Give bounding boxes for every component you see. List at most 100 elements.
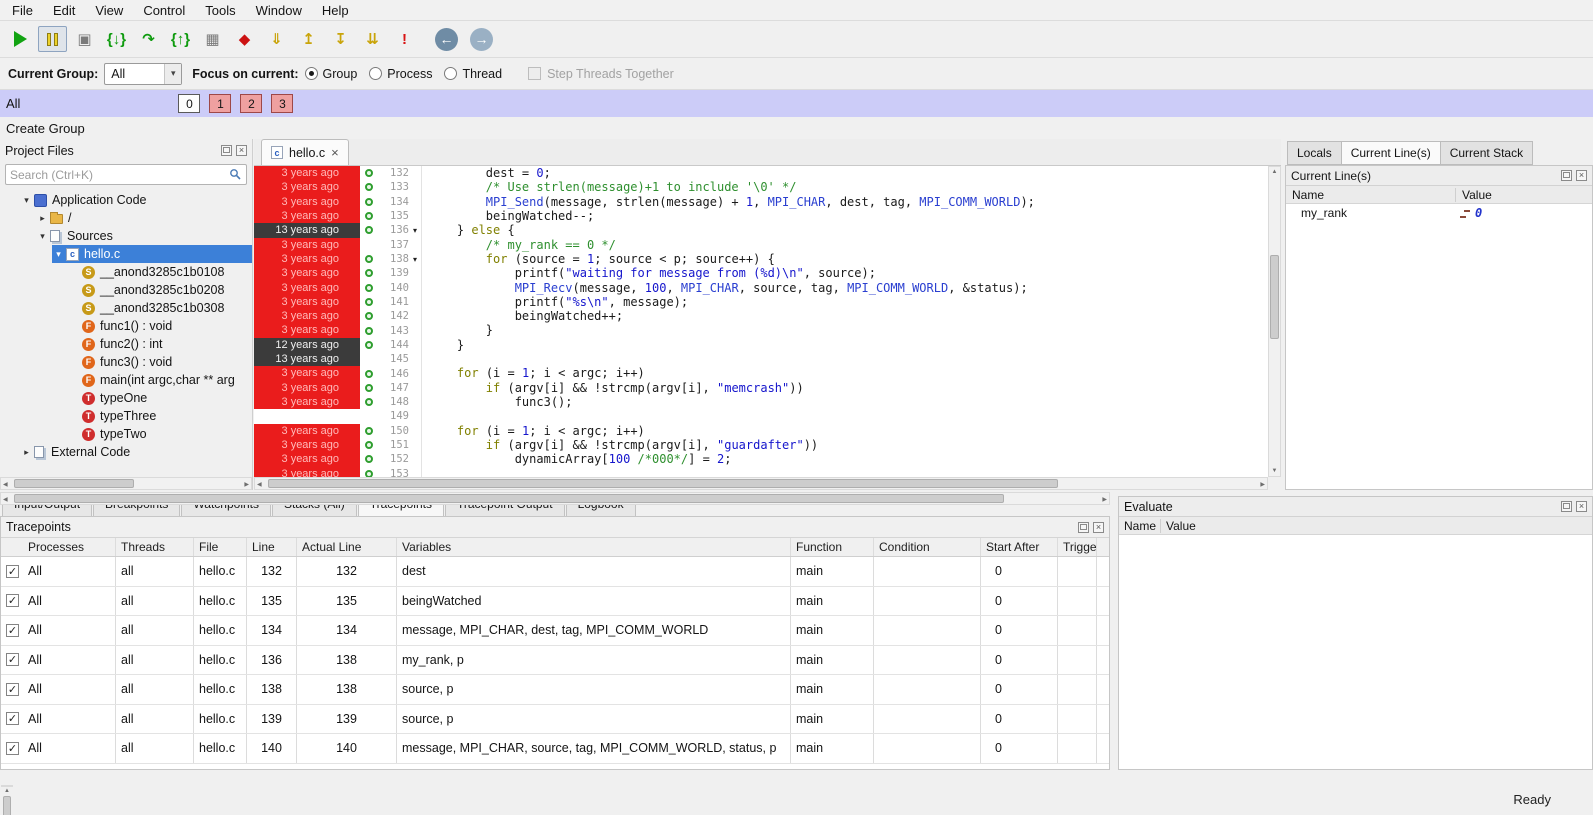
expand-icon[interactable]: ▸ <box>20 447 33 458</box>
collapse-icon[interactable]: ▾ <box>36 231 49 242</box>
gutter-line[interactable]: 141 <box>360 295 421 309</box>
tree-item-sources[interactable]: ▾ Sources <box>36 227 252 245</box>
gutter-line[interactable]: 132 <box>360 166 421 180</box>
editor-tab-hello-c[interactable]: c hello.c × <box>261 139 349 165</box>
gutter-line[interactable]: 152 <box>360 452 421 466</box>
thread-run-to-button[interactable]: ↧ <box>326 26 355 52</box>
close-icon[interactable]: × <box>236 145 247 156</box>
tracepoint-dot-icon[interactable] <box>365 297 373 306</box>
editor-vscrollbar[interactable]: ▲ ▼ <box>1268 166 1281 477</box>
tracepoint-dot-icon[interactable] <box>365 398 373 407</box>
tracepoint-dot-icon[interactable] <box>365 455 373 464</box>
process-button-2[interactable]: 2 <box>240 94 263 113</box>
expand-icon[interactable]: ▸ <box>36 213 49 224</box>
scroll-left-icon[interactable]: ◀ <box>3 497 8 503</box>
go-button[interactable] <box>6 26 35 52</box>
tracepoint-row[interactable]: ✓ All all hello.c 132 132 dest main 0 <box>1 557 1109 587</box>
close-icon[interactable]: × <box>1093 521 1104 533</box>
line-menu-arrow-icon[interactable]: ▾ <box>409 226 421 235</box>
scroll-up-icon[interactable]: ▲ <box>1269 169 1280 175</box>
tracepoint-dot-icon[interactable] <box>365 426 373 435</box>
collapse-icon[interactable]: ▾ <box>20 195 33 206</box>
back-button[interactable]: ← <box>435 27 458 51</box>
scroll-right-icon[interactable]: ▶ <box>244 482 249 488</box>
gutter-line[interactable]: 149 <box>360 409 421 423</box>
tree-item-anond3285c1b0208[interactable]: S __anond3285c1b0208 <box>68 281 252 299</box>
scrollbar-thumb[interactable] <box>1270 255 1279 339</box>
step-out-group-button[interactable]: {↑} <box>166 26 195 52</box>
scroll-left-icon[interactable]: ◀ <box>3 482 8 488</box>
process-button-1[interactable]: 1 <box>209 94 232 113</box>
tracepoint-dot-icon[interactable] <box>365 212 373 221</box>
run-to-button[interactable]: ▦ <box>198 26 227 52</box>
tracepoint-dot-icon[interactable] <box>365 383 373 392</box>
value-column-header[interactable]: Value <box>1456 188 1592 202</box>
project-files-hscrollbar[interactable]: ◀ ▶ <box>0 477 252 490</box>
scroll-right-icon[interactable]: ▶ <box>1260 482 1265 488</box>
tree-item-hello-c[interactable]: ▾ c hello.c <box>52 245 252 263</box>
search-box[interactable] <box>5 164 247 185</box>
undock-icon[interactable] <box>1561 501 1572 512</box>
close-icon[interactable]: × <box>1576 501 1587 512</box>
menu-view[interactable]: View <box>85 1 133 20</box>
tracepoints-hscrollbar[interactable]: ◀ ▶ <box>0 492 1110 505</box>
tab-current-line-s[interactable]: Current Line(s) <box>1341 141 1441 165</box>
process-button-0[interactable]: 0 <box>178 94 201 113</box>
tree-item-main-int-argc-char-arg[interactable]: Fmain(int argc,char ** arg <box>68 371 252 389</box>
evaluate-value-header[interactable]: Value <box>1161 519 1592 533</box>
gutter-line[interactable]: 145 <box>360 352 421 366</box>
restart-button[interactable]: ▣ <box>70 26 99 52</box>
gutter-line[interactable]: 139 <box>360 266 421 280</box>
scroll-right-icon[interactable]: ▶ <box>1102 497 1107 503</box>
gutter-line[interactable]: 135 <box>360 209 421 223</box>
name-column-header[interactable]: Name <box>1286 187 1456 202</box>
focus-option-thread[interactable]: Thread <box>444 67 502 81</box>
gutter-line[interactable]: 133 <box>360 180 421 194</box>
search-input[interactable] <box>10 167 229 182</box>
close-tab-icon[interactable]: × <box>331 146 339 159</box>
checkbox[interactable]: ✓ <box>6 564 19 578</box>
undock-icon[interactable] <box>1078 521 1089 533</box>
column-header-trigger[interactable]: Trigger <box>1058 538 1097 556</box>
tree-item-application-code[interactable]: ▾ Application Code <box>20 191 252 209</box>
tracepoint-dot-icon[interactable] <box>365 255 373 264</box>
step-over-group-button[interactable]: ↷ <box>134 26 163 52</box>
checkbox[interactable]: ✓ <box>6 653 19 667</box>
line-menu-arrow-icon[interactable]: ▾ <box>409 255 421 264</box>
tracepoint-dot-icon[interactable] <box>365 340 373 349</box>
column-header-threads[interactable]: Threads <box>116 538 194 556</box>
tracepoint-dot-icon[interactable] <box>365 183 373 192</box>
tree-item-anond3285c1b0308[interactable]: S __anond3285c1b0308 <box>68 299 252 317</box>
editor-hscrollbar[interactable]: ◀ ▶ <box>254 477 1268 490</box>
interrupt-button[interactable]: ! <box>390 26 419 52</box>
tracepoint-dot-icon[interactable] <box>365 283 373 292</box>
gutter-line[interactable]: 137 <box>360 238 421 252</box>
tree-item-func3-void[interactable]: Ffunc3() : void <box>68 353 252 371</box>
tree-item-func1-void[interactable]: Ffunc1() : void <box>68 317 252 335</box>
create-group-button[interactable]: Create Group <box>6 121 85 136</box>
gutter-line[interactable]: 144 <box>360 338 421 352</box>
collapse-icon[interactable]: ▾ <box>52 249 65 260</box>
tracepoint-dot-icon[interactable] <box>365 469 373 477</box>
focus-option-group[interactable]: Group <box>304 67 357 81</box>
menu-edit[interactable]: Edit <box>43 1 85 20</box>
scrollbar-thumb[interactable] <box>268 479 1058 488</box>
undock-icon[interactable] <box>1561 170 1572 181</box>
checkbox[interactable]: ✓ <box>6 623 19 637</box>
undock-icon[interactable] <box>221 145 232 156</box>
tracepoint-dot-icon[interactable] <box>365 269 373 278</box>
gutter-line[interactable]: 151 <box>360 438 421 452</box>
focus-option-process[interactable]: Process <box>369 67 432 81</box>
menu-window[interactable]: Window <box>246 1 312 20</box>
process-button-3[interactable]: 3 <box>271 94 294 113</box>
column-header-start-after[interactable]: Start After <box>981 538 1058 556</box>
gutter-line[interactable]: 142 <box>360 309 421 323</box>
evaluate-name-header[interactable]: Name <box>1119 518 1161 533</box>
gutter-line[interactable]: 136 ▾ <box>360 223 421 237</box>
menu-help[interactable]: Help <box>312 1 359 20</box>
column-header-variables[interactable]: Variables <box>397 538 791 556</box>
tracepoint-dot-icon[interactable] <box>365 197 373 206</box>
thread-step-out-button[interactable]: ↥ <box>294 26 323 52</box>
tracepoint-dot-icon[interactable] <box>365 226 373 235</box>
close-icon[interactable]: × <box>1576 170 1587 181</box>
